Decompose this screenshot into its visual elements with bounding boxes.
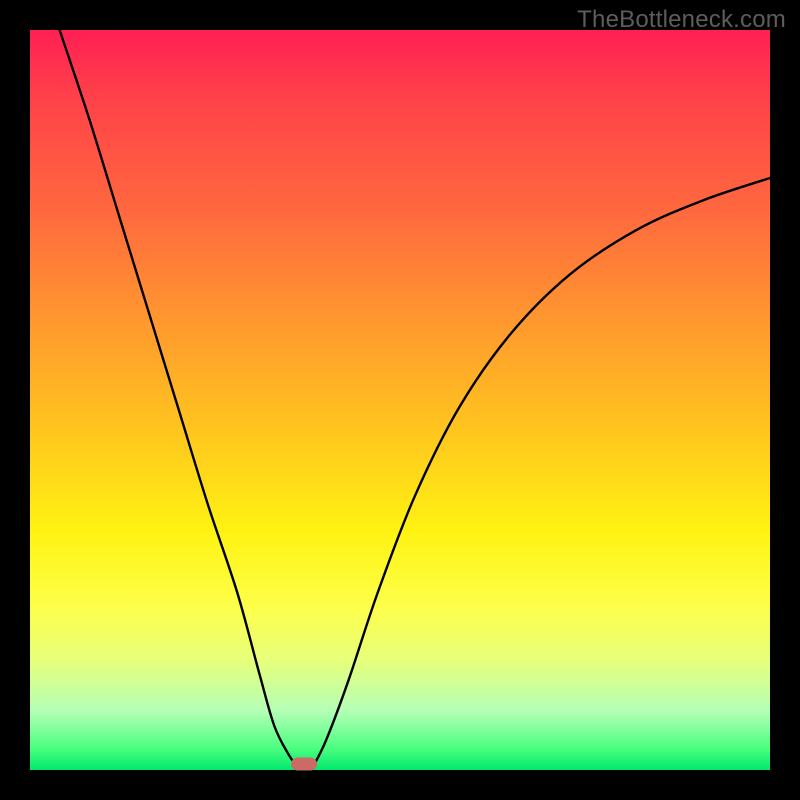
- watermark-text: TheBottleneck.com: [577, 6, 786, 34]
- plot-area: [30, 30, 770, 770]
- curve-right-branch: [311, 178, 770, 770]
- curve-left-branch: [60, 30, 301, 770]
- chart-frame: TheBottleneck.com: [0, 0, 800, 800]
- bottleneck-curve: [30, 30, 770, 770]
- optimal-marker: [291, 758, 317, 771]
